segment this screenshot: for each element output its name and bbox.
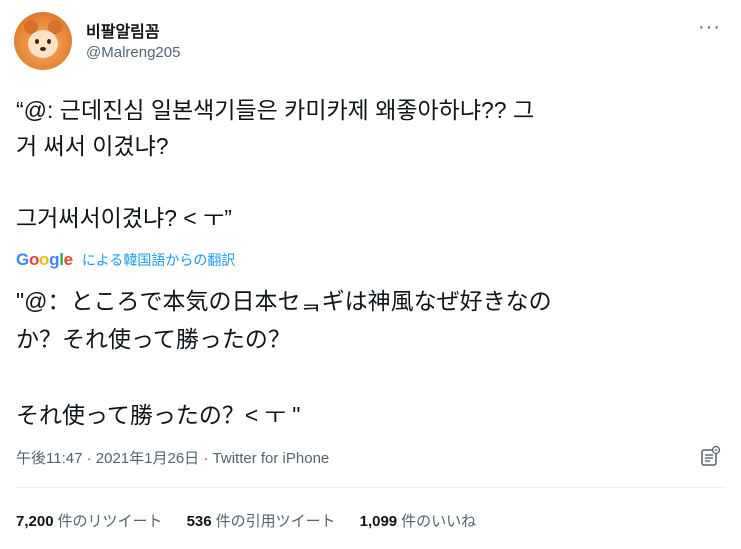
analytics-icon[interactable] bbox=[699, 445, 721, 467]
retweet-stat[interactable]: 7,200 件のリツイート bbox=[16, 510, 163, 531]
retweet-count: 7,200 bbox=[16, 513, 54, 530]
tweet-source[interactable]: Twitter for iPhone bbox=[213, 450, 330, 467]
google-logo-letter: o bbox=[28, 250, 40, 269]
avatar-face bbox=[28, 30, 58, 58]
tweet-stats: 7,200 件のリツイート 536 件の引用ツイート 1,099 件のいいね bbox=[16, 510, 476, 531]
display-name[interactable]: 비팔알림꼼 bbox=[86, 18, 160, 42]
quote-stat[interactable]: 536 件の引用ツイート bbox=[187, 510, 336, 531]
google-logo-letter: g bbox=[49, 250, 60, 269]
like-label: 件のいいね bbox=[401, 513, 477, 530]
google-logo-letter: G bbox=[16, 250, 29, 269]
google-logo: Google bbox=[16, 250, 73, 270]
avatar-eye-left bbox=[35, 39, 39, 44]
avatar-eye-right bbox=[47, 39, 51, 44]
avatar[interactable] bbox=[14, 12, 72, 70]
tweet-date[interactable]: 2021年1月26日 bbox=[96, 450, 199, 467]
divider bbox=[16, 487, 725, 488]
avatar-nose bbox=[40, 47, 46, 51]
tweet-text: “@: 근데진심 일본색기들은 카미카제 왜좋아하냐?? 그 거 써서 이겼냐?… bbox=[16, 97, 535, 231]
user-handle[interactable]: @Malreng205 bbox=[86, 44, 180, 61]
translation-attribution: Google による韓国語からの翻訳 bbox=[16, 249, 235, 271]
retweet-label: 件のリツイート bbox=[57, 513, 163, 530]
translation-label[interactable]: による韓国語からの翻訳 bbox=[82, 250, 236, 270]
tweet-meta: 午後11:47 · 2021年1月26日 · Twitter for iPhon… bbox=[16, 447, 329, 468]
quote-count: 536 bbox=[186, 513, 212, 530]
google-logo-letter: e bbox=[63, 250, 73, 269]
tweet-header: 비팔알림꼼 @Malreng205 ··· bbox=[14, 12, 727, 70]
meta-separator: · bbox=[199, 450, 213, 467]
tweet-time[interactable]: 午後11:47 bbox=[16, 450, 82, 467]
translated-text: "@：ところで本気の日本セᆿギは神風なぜ好きなの か？それ使って勝ったの？ それ… bbox=[16, 288, 552, 428]
quote-label: 件の引用ツイート bbox=[215, 513, 336, 530]
meta-separator: · bbox=[82, 450, 96, 467]
google-logo-letter: o bbox=[39, 250, 50, 269]
like-stat[interactable]: 1,099 件のいいね bbox=[360, 510, 477, 531]
more-icon[interactable]: ··· bbox=[698, 16, 721, 39]
like-count: 1,099 bbox=[359, 513, 398, 530]
